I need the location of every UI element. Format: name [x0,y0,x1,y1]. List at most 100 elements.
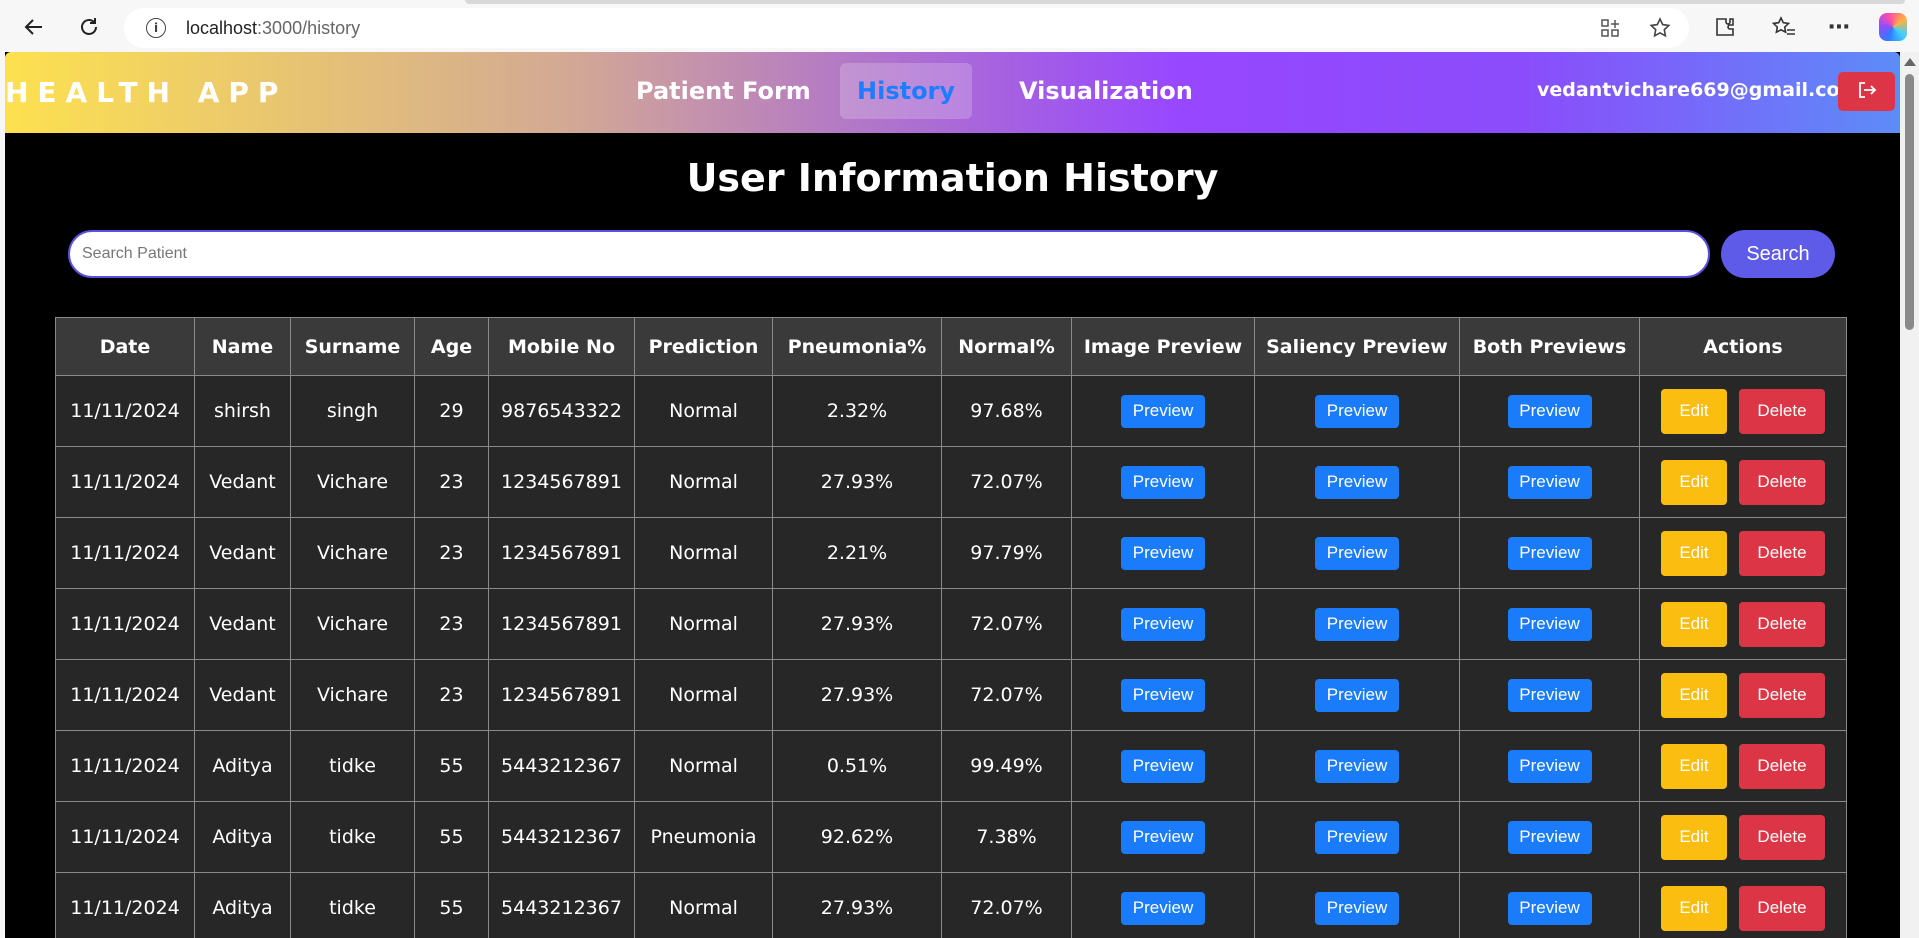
edit-button[interactable]: Edit [1661,885,1727,931]
copilot-icon[interactable] [1879,13,1907,41]
edit-button[interactable]: Edit [1661,672,1727,718]
header-saliency-preview: Saliency Preview [1254,317,1460,376]
both-previews-button[interactable]: Preview [1507,607,1592,641]
both-previews-button[interactable]: Preview [1507,820,1592,854]
info-icon[interactable]: i [146,18,166,38]
edit-button[interactable]: Edit [1661,388,1727,434]
edit-button[interactable]: Edit [1661,743,1727,789]
delete-button[interactable]: Delete [1739,814,1825,860]
refresh-icon[interactable] [72,10,106,44]
cell-mobile: 5443212367 [488,730,635,802]
image-preview-button[interactable]: Preview [1121,891,1205,925]
image-preview-button[interactable]: Preview [1121,536,1205,570]
cell-surname: tidke [290,801,415,873]
cell-name: Vedant [194,517,291,589]
both-previews-button[interactable]: Preview [1507,394,1592,428]
image-preview-button[interactable]: Preview [1121,607,1205,641]
saliency-preview-button[interactable]: Preview [1315,394,1399,428]
favorite-star-icon[interactable] [1648,16,1672,40]
edit-button[interactable]: Edit [1661,459,1727,505]
saliency-preview-button[interactable]: Preview [1315,891,1399,925]
saliency-preview-button[interactable]: Preview [1315,536,1399,570]
cell-date: 11/11/2024 [55,446,195,518]
cell-mobile: 1234567891 [488,659,635,731]
image-preview-button[interactable]: Preview [1121,749,1205,783]
image-preview-cell: Preview [1071,588,1255,660]
cell-prediction: Normal [634,588,773,660]
cell-date: 11/11/2024 [55,659,195,731]
logout-button[interactable] [1838,72,1895,111]
cell-normal-percent: 72.07% [941,659,1072,731]
cell-age: 23 [414,446,489,518]
actions-cell: Edit Delete [1639,517,1847,589]
delete-button[interactable]: Delete [1739,672,1825,718]
image-preview-cell: Preview [1071,730,1255,802]
search-input[interactable] [68,230,1710,278]
cell-mobile: 5443212367 [488,872,635,938]
back-icon[interactable] [17,10,51,44]
cell-name: Vedant [194,588,291,660]
both-previews-cell: Preview [1459,588,1640,660]
table-row: 11/11/2024 Vedant Vichare 23 1234567891 Norma… [55,659,1847,731]
delete-button[interactable]: Delete [1739,530,1825,576]
edit-button[interactable]: Edit [1661,814,1727,860]
nav-link-history[interactable]: History [840,63,973,119]
delete-button[interactable]: Delete [1739,743,1825,789]
brand-logo[interactable]: HEALTH APP [5,76,287,109]
delete-button[interactable]: Delete [1739,459,1825,505]
nav-link-patient-form[interactable]: Patient Form [619,63,828,119]
image-preview-button[interactable]: Preview [1121,394,1205,428]
cell-surname: singh [290,375,415,447]
cell-normal-percent: 7.38% [941,801,1072,873]
image-preview-cell: Preview [1071,375,1255,447]
more-icon[interactable]: ⋯ [1826,14,1852,40]
page-scrollbar[interactable] [1900,52,1919,938]
cell-date: 11/11/2024 [55,588,195,660]
edit-button[interactable]: Edit [1661,530,1727,576]
url-path: :3000/history [257,18,361,38]
image-preview-button[interactable]: Preview [1121,678,1205,712]
image-preview-cell: Preview [1071,659,1255,731]
scrollbar-thumb[interactable] [1905,74,1914,330]
cell-normal-percent: 99.49% [941,730,1072,802]
cell-date: 11/11/2024 [55,801,195,873]
saliency-preview-button[interactable]: Preview [1315,749,1399,783]
both-previews-button[interactable]: Preview [1507,465,1592,499]
extensions-icon[interactable] [1712,14,1738,40]
both-previews-button[interactable]: Preview [1507,678,1592,712]
cell-mobile: 1234567891 [488,588,635,660]
cell-age: 23 [414,517,489,589]
cell-normal-percent: 72.07% [941,588,1072,660]
search-button[interactable]: Search [1721,230,1835,278]
actions-cell: Edit Delete [1639,872,1847,938]
both-previews-button[interactable]: Preview [1507,536,1592,570]
delete-button[interactable]: Delete [1739,388,1825,434]
address-bar[interactable]: i localhost:3000/history [124,8,1689,48]
user-email: vedantvichare669@gmail.com [1537,79,1860,101]
table-row: 11/11/2024 shirsh singh 29 9876543322 Normal 2… [55,375,1847,447]
image-preview-cell: Preview [1071,517,1255,589]
both-previews-button[interactable]: Preview [1507,749,1592,783]
saliency-preview-button[interactable]: Preview [1315,465,1399,499]
saliency-preview-button[interactable]: Preview [1315,678,1399,712]
header-prediction: Prediction [634,317,773,376]
image-preview-button[interactable]: Preview [1121,820,1205,854]
image-preview-button[interactable]: Preview [1121,465,1205,499]
table-row: 11/11/2024 Vedant Vichare 23 1234567891 Norma… [55,517,1847,589]
delete-button[interactable]: Delete [1739,885,1825,931]
app-install-icon[interactable] [1598,16,1622,40]
url-text[interactable]: localhost:3000/history [186,18,360,39]
delete-button[interactable]: Delete [1739,601,1825,647]
saliency-preview-button[interactable]: Preview [1315,820,1399,854]
scroll-up-arrow-icon[interactable] [1904,58,1916,66]
favorites-icon[interactable] [1771,14,1797,40]
saliency-preview-button[interactable]: Preview [1315,607,1399,641]
actions-cell: Edit Delete [1639,588,1847,660]
tab-strip [465,0,1905,4]
table-row: 11/11/2024 Aditya tidke 55 5443212367 Normal 0… [55,730,1847,802]
header-date: Date [55,317,195,376]
nav-link-visualization[interactable]: Visualization [1002,63,1210,119]
both-previews-button[interactable]: Preview [1507,891,1592,925]
header-normal-percent: Normal% [941,317,1072,376]
edit-button[interactable]: Edit [1661,601,1727,647]
